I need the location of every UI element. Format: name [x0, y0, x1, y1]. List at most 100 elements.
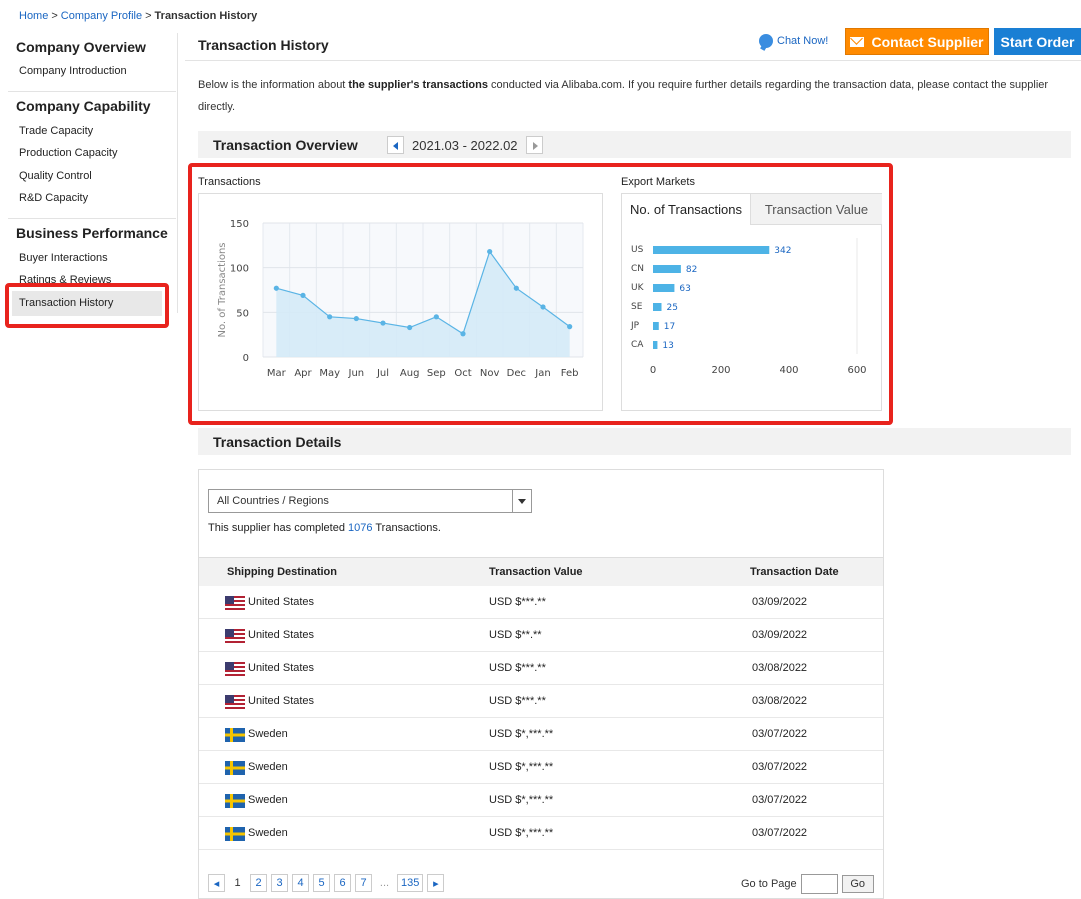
transaction-details-panel: All Countries / Regions This supplier ha…	[198, 469, 884, 899]
sidebar-item-production-capacity[interactable]: Production Capacity	[19, 147, 117, 159]
pagination-page[interactable]: 4	[292, 874, 309, 892]
row-transaction-date: 03/07/2022	[752, 794, 808, 806]
x-tick-label: Aug	[400, 368, 420, 379]
row-transaction-date: 03/09/2022	[752, 629, 808, 641]
pagination-page[interactable]: 7	[355, 874, 372, 892]
table-row: Sweden USD $*,***.** 03/07/2022	[199, 718, 883, 751]
us-flag-icon	[225, 695, 245, 709]
country-region-select-value: All Countries / Regions	[217, 495, 329, 507]
pagination-page[interactable]: 6	[334, 874, 351, 892]
x-tick-label: Mar	[267, 368, 287, 379]
completed-count: 1076	[348, 522, 373, 534]
x-tick-label: Oct	[454, 368, 471, 379]
sidebar-item-buyer-interactions[interactable]: Buyer Interactions	[19, 252, 108, 264]
y-tick-label: 150	[230, 219, 249, 230]
transaction-overview-title: Transaction Overview	[213, 137, 358, 153]
row-transaction-date: 03/07/2022	[752, 827, 808, 839]
sidebar-border	[177, 33, 178, 313]
row-transaction-value: USD $***.**	[489, 596, 546, 608]
goto-page-input[interactable]	[800, 874, 838, 894]
data-point	[273, 285, 279, 291]
data-point	[540, 304, 546, 310]
pagination-page[interactable]: 2	[250, 874, 267, 892]
breadcrumb-current: Transaction History	[154, 10, 258, 22]
period-selector: 2021.03 - 2022.02	[387, 136, 543, 154]
bar-value-label: 13	[662, 341, 673, 351]
x-tick-label: Apr	[294, 368, 312, 379]
x-tick-label: Dec	[507, 368, 526, 379]
export-markets-tabs: No. of Transactions Transaction Value	[622, 194, 882, 225]
next-period-button[interactable]	[525, 136, 543, 154]
bar	[653, 265, 681, 273]
sidebar-heading-company-overview: Company Overview	[16, 39, 146, 55]
data-point	[353, 315, 359, 322]
row-transaction-value: USD $***.**	[489, 662, 546, 674]
transactions-line-chart: 0 50 100 150 Mar Apr May Jun Jul Aug Sep Oct Nov Dec J…	[217, 219, 584, 379]
page-title: Transaction History	[198, 37, 329, 53]
tab-no-of-transactions[interactable]: No. of Transactions	[622, 194, 751, 225]
sidebar-item-company-introduction[interactable]: Company Introduction	[19, 65, 127, 77]
pagination-last-page[interactable]: 135	[397, 874, 424, 892]
pagination-page[interactable]: 5	[313, 874, 330, 892]
export-markets-title: Export Markets	[621, 176, 695, 188]
export-markets-bar-chart: US 342 CN 82 UK 63 SE 25 JP 17 CA 13 0 200 400 600	[630, 238, 867, 376]
sidebar-item-rd-capacity[interactable]: R&D Capacity	[19, 192, 88, 204]
table-row: United States USD $***.** 03/08/2022	[199, 652, 883, 685]
chat-now-label: Chat Now!	[777, 35, 829, 47]
column-header-transaction-date: Transaction Date	[750, 566, 839, 578]
transaction-details-bar: Transaction Details	[198, 428, 1071, 455]
contact-supplier-button[interactable]: Contact Supplier	[845, 28, 989, 55]
se-flag-icon	[225, 761, 245, 775]
bar	[653, 246, 770, 254]
row-transaction-value: USD $*,***.**	[489, 827, 554, 839]
x-tick-label: Jul	[376, 368, 389, 379]
go-button[interactable]: Go	[841, 875, 874, 893]
breadcrumb-home-link[interactable]: Home	[19, 10, 48, 22]
bar	[653, 303, 662, 311]
se-flag-icon	[225, 827, 245, 841]
sidebar-item-ratings-reviews[interactable]: Ratings & Reviews	[19, 274, 111, 286]
chat-now-link[interactable]: Chat Now!	[759, 34, 828, 48]
y-tick-label: 100	[230, 264, 249, 275]
sidebar: Company Overview Company Introduction Co…	[0, 33, 177, 333]
data-point	[300, 292, 306, 298]
previous-period-button[interactable]	[387, 136, 404, 154]
row-transaction-value: USD $**.**	[489, 629, 542, 641]
data-point	[487, 248, 493, 255]
data-point	[567, 324, 573, 330]
se-flag-icon	[225, 728, 245, 742]
table-row: United States USD $**.** 03/09/2022	[199, 619, 883, 652]
start-order-button[interactable]: Start Order	[994, 28, 1081, 55]
row-transaction-date: 03/07/2022	[752, 728, 808, 740]
us-flag-icon	[225, 629, 245, 643]
x-tick-label: 600	[847, 365, 866, 376]
tab-transaction-value[interactable]: Transaction Value	[751, 194, 882, 225]
data-point	[433, 314, 439, 320]
row-country: United States	[248, 662, 315, 674]
pagination-next-button[interactable]: ▸	[427, 874, 445, 892]
y-axis-label: No. of Transactions	[217, 242, 228, 337]
x-tick-label: Nov	[480, 368, 500, 379]
table-row: Sweden USD $*,***.** 03/07/2022	[199, 751, 883, 784]
transactions-chart-box: 0 50 100 150 Mar Apr May Jun Jul Aug Sep Oct Nov Dec J…	[198, 193, 603, 411]
sidebar-item-trade-capacity[interactable]: Trade Capacity	[19, 125, 93, 137]
table-row: Sweden USD $*,***.** 03/07/2022	[199, 784, 883, 817]
x-tick-label: 400	[779, 365, 798, 376]
row-country: Sweden	[248, 761, 288, 773]
table-header: Shipping Destination Transaction Value T…	[199, 557, 883, 586]
row-transaction-value: USD $***.**	[489, 695, 546, 707]
breadcrumb-company-profile-link[interactable]: Company Profile	[61, 10, 142, 22]
table-row: Sweden USD $*,***.** 03/07/2022	[199, 817, 883, 850]
data-point	[380, 320, 386, 326]
y-tick-label: 50	[236, 308, 249, 319]
completed-text-end: Transactions.	[372, 522, 441, 534]
row-transaction-date: 03/07/2022	[752, 761, 808, 773]
pagination-page[interactable]: 3	[271, 874, 288, 892]
sidebar-item-quality-control[interactable]: Quality Control	[19, 170, 92, 182]
sidebar-item-transaction-history[interactable]: Transaction History	[12, 291, 162, 316]
x-tick-label: May	[319, 368, 340, 379]
country-region-select[interactable]: All Countries / Regions	[208, 489, 532, 513]
goto-page: Go to Page Go	[741, 874, 874, 894]
column-header-transaction-value: Transaction Value	[489, 566, 583, 578]
pagination-prev-button[interactable]: ◂	[208, 874, 225, 892]
